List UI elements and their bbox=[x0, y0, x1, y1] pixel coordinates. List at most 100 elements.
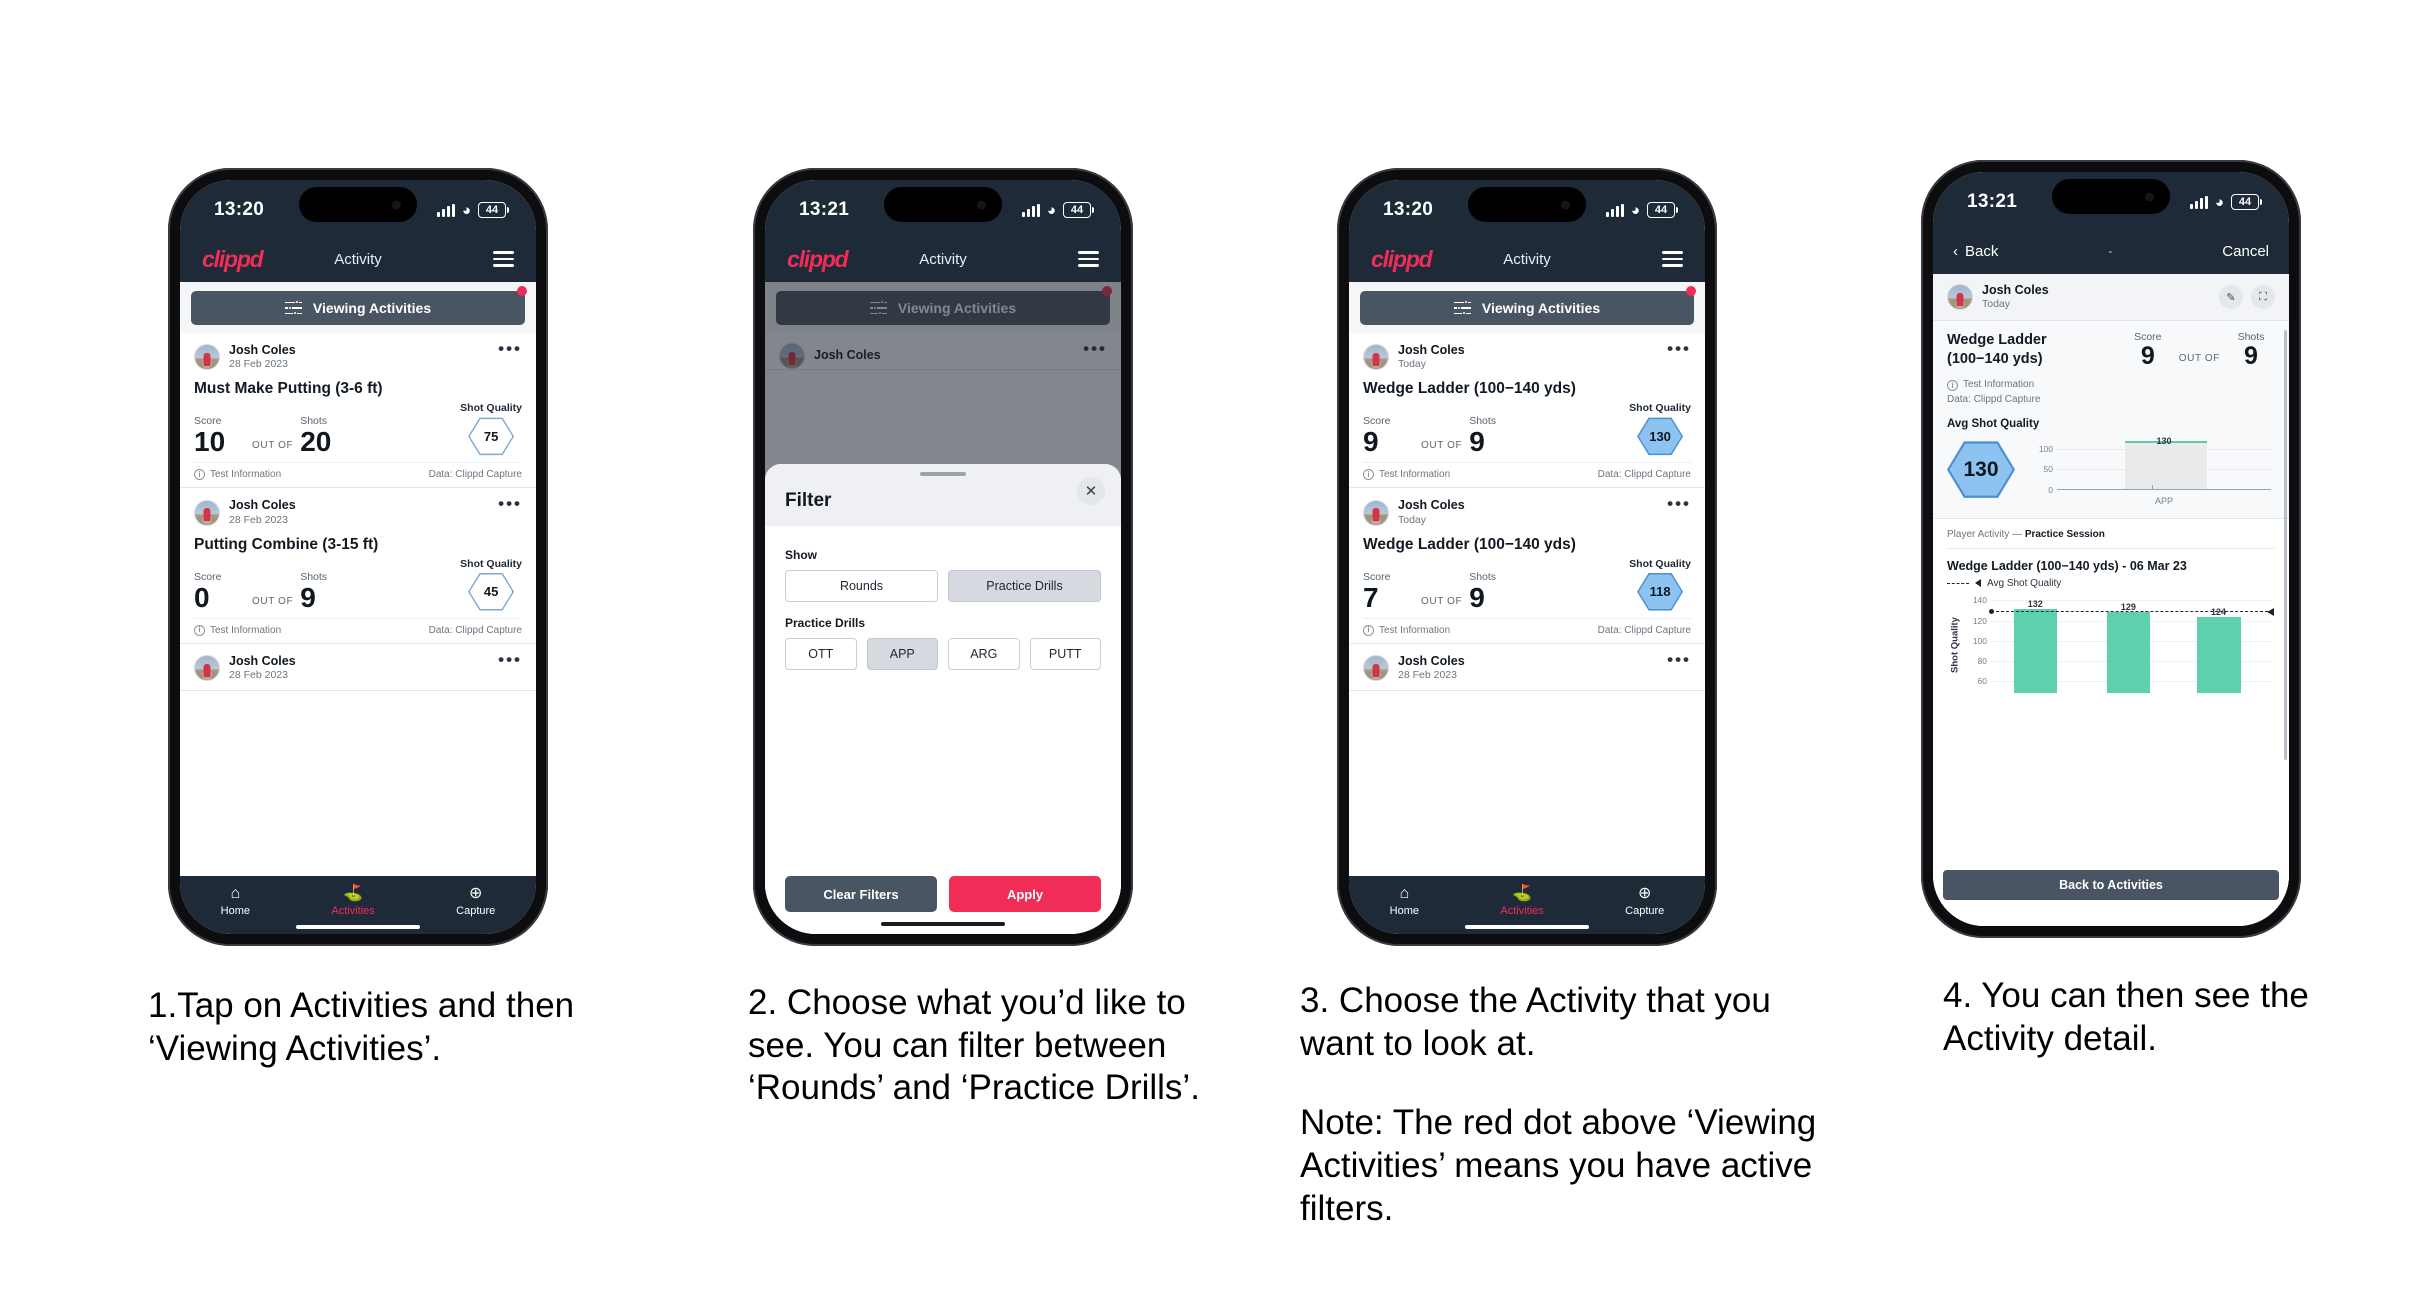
user-name: Josh Coles bbox=[1398, 498, 1465, 513]
clippd-logo[interactable]: clippd bbox=[787, 246, 849, 273]
activity-card[interactable]: ••• Josh Coles Today Wedge Ladder (100−1… bbox=[1349, 488, 1705, 644]
caption-step-1-text: 1.Tap on Activities and then ‘Viewing Ac… bbox=[148, 986, 575, 1068]
phone-4-activity-detail: 13:21 ◕ 44 ‹ Back - Cancel Josh Coles To… bbox=[1921, 160, 2301, 938]
tab-capture[interactable]: ⊕ Capture bbox=[1625, 885, 1664, 917]
wifi-icon: ◕ bbox=[461, 201, 471, 219]
activity-date: Today bbox=[1398, 358, 1427, 371]
activity-card[interactable]: ••• Josh Coles Today Wedge Ladder (100−1… bbox=[1349, 333, 1705, 489]
card-more-icon[interactable]: ••• bbox=[1667, 495, 1691, 512]
mini-chart-xtick bbox=[2152, 484, 2153, 490]
status-bar: 13:21 ◕ 44 bbox=[765, 180, 1121, 236]
apply-button[interactable]: Apply bbox=[949, 876, 1101, 912]
hamburger-menu-icon[interactable] bbox=[1662, 251, 1683, 267]
practice-drills-group-label: Practice Drills bbox=[785, 616, 866, 630]
status-time: 13:21 bbox=[1967, 191, 2018, 212]
info-icon: i bbox=[1947, 380, 1958, 392]
sheet-drag-handle[interactable] bbox=[920, 472, 966, 476]
tab-activities[interactable]: ⛳ Activities bbox=[331, 884, 375, 917]
show-option-practice-drills[interactable]: Practice Drills bbox=[948, 570, 1101, 602]
tab-activities[interactable]: ⛳ Activities bbox=[1500, 885, 1543, 917]
mini-chart-value-label: 130 bbox=[2156, 435, 2172, 446]
breadcrumb-current: Practice Session bbox=[2024, 528, 2105, 540]
activity-card[interactable]: ••• Josh Coles 28 Feb 2023 Putting Combi… bbox=[180, 488, 536, 644]
plus-circle-icon: ⊕ bbox=[469, 884, 483, 902]
chevron-left-icon: ‹ bbox=[1953, 242, 1958, 260]
caption-step-4: 4. You can then see the Activity detail. bbox=[1943, 975, 2313, 1060]
scrollbar[interactable] bbox=[2284, 330, 2287, 760]
test-information[interactable]: i Test Information bbox=[1363, 469, 1450, 481]
back-button[interactable]: ‹ Back bbox=[1953, 243, 1998, 260]
card-user-row: Josh Coles 28 Feb 2023 bbox=[1363, 654, 1691, 682]
drill-option-arg[interactable]: ARG bbox=[948, 638, 1020, 670]
activity-card-partial[interactable]: ••• Josh Coles 28 Feb 2023 bbox=[180, 643, 536, 692]
ytick-80: 80 bbox=[1977, 655, 1987, 666]
avatar bbox=[1363, 344, 1389, 371]
card-more-icon[interactable]: ••• bbox=[498, 495, 522, 512]
card-more-icon[interactable]: ••• bbox=[1667, 340, 1691, 357]
filter-bar-wrap: Viewing Activities bbox=[1349, 282, 1705, 333]
phone-2-screen: 13:21 ◕ 44 clippd Activity Viewing Activ… bbox=[765, 180, 1121, 934]
pencil-edit-icon[interactable]: ✎ bbox=[2219, 285, 2243, 310]
clippd-logo[interactable]: clippd bbox=[202, 246, 264, 273]
breadcrumb-prefix: Player Activity — bbox=[1947, 528, 2025, 540]
caption-step-3-note: Note: The red dot above ‘Viewing Activit… bbox=[1300, 1103, 1817, 1228]
viewing-activities-label: Viewing Activities bbox=[1481, 300, 1601, 316]
card-more-icon[interactable]: ••• bbox=[1667, 651, 1691, 668]
back-to-activities-button[interactable]: Back to Activities bbox=[1943, 870, 2279, 900]
shots-value: 9 bbox=[2244, 342, 2258, 371]
card-more-icon[interactable]: ••• bbox=[498, 651, 522, 668]
screen-body: Josh Coles Today ✎ ⛶ Wedge Ladder (100−1… bbox=[1933, 274, 2289, 926]
activity-card[interactable]: ••• Josh Coles 28 Feb 2023 Must Make Put… bbox=[180, 333, 536, 489]
cancel-button[interactable]: Cancel bbox=[2222, 243, 2269, 260]
test-information[interactable]: i Test Information bbox=[1947, 378, 2034, 393]
test-information[interactable]: i Test Information bbox=[1363, 624, 1450, 636]
close-x-icon[interactable]: ✕ bbox=[1077, 477, 1105, 505]
shots-block: Shots 9 bbox=[1469, 415, 1527, 456]
page-title: Activity bbox=[334, 250, 382, 268]
drill-option-app[interactable]: APP bbox=[866, 638, 938, 670]
status-indicators: ◕ 44 bbox=[2189, 194, 2262, 210]
tab-home[interactable]: ⌂ Home bbox=[1389, 885, 1420, 917]
show-option-rounds[interactable]: Rounds bbox=[785, 570, 938, 602]
shot-quality-hex-badge: 45 bbox=[468, 572, 515, 612]
sliders-filter-icon bbox=[284, 300, 302, 316]
viewing-activities-button[interactable]: Viewing Activities bbox=[191, 291, 525, 325]
tab-activities-label: Activities bbox=[331, 904, 375, 917]
chart-plot: 132 129 124 bbox=[1989, 597, 2274, 693]
hamburger-menu-icon[interactable] bbox=[493, 251, 514, 267]
phone-4-screen: 13:21 ◕ 44 ‹ Back - Cancel Josh Coles To… bbox=[1933, 172, 2289, 926]
sheet-header: ✕ Filter bbox=[765, 464, 1121, 526]
viewing-activities-button[interactable]: Viewing Activities bbox=[1360, 291, 1694, 325]
app-header: clippd Activity bbox=[1349, 236, 1705, 282]
fullscreen-expand-icon[interactable]: ⛶ bbox=[2251, 285, 2275, 310]
screen-body: Viewing Activities ••• Josh Coles 28 Feb… bbox=[180, 282, 536, 876]
card-more-icon[interactable]: ••• bbox=[498, 340, 522, 357]
activity-title: Wedge Ladder (100−140 yds) bbox=[1363, 535, 1576, 553]
test-information[interactable]: i Test Information bbox=[194, 469, 281, 481]
score-value: 10 bbox=[194, 426, 226, 458]
hamburger-menu-icon[interactable] bbox=[1078, 251, 1099, 267]
info-icon: i bbox=[194, 469, 205, 481]
shots-value: 9 bbox=[300, 581, 316, 613]
activity-card-partial[interactable]: ••• Josh Coles 28 Feb 2023 bbox=[1349, 643, 1705, 692]
out-of-label: OUT OF bbox=[252, 440, 294, 452]
golf-flag-icon: ⛳ bbox=[343, 884, 364, 902]
arrow-marker-icon bbox=[1975, 579, 1981, 588]
activity-date: 28 Feb 2023 bbox=[229, 513, 288, 526]
signal-bars-icon bbox=[1605, 203, 1624, 217]
status-time: 13:20 bbox=[214, 199, 265, 220]
clear-filters-button[interactable]: Clear Filters bbox=[785, 876, 937, 912]
tab-capture[interactable]: ⊕ Capture bbox=[456, 884, 495, 917]
tab-home[interactable]: ⌂ Home bbox=[221, 885, 250, 917]
tab-home-label: Home bbox=[1389, 904, 1420, 917]
battery-indicator: 44 bbox=[1063, 202, 1094, 218]
drill-option-putt[interactable]: PUTT bbox=[1029, 638, 1101, 670]
show-options-row: Rounds Practice Drills bbox=[785, 570, 1101, 602]
clippd-logo[interactable]: clippd bbox=[1371, 246, 1433, 273]
card-footer: i Test Information Data: Clippd Capture bbox=[1363, 462, 1691, 487]
drill-option-ott[interactable]: OTT bbox=[785, 638, 857, 670]
data-source-label: Data: Clippd Capture bbox=[428, 469, 522, 481]
test-information[interactable]: i Test Information bbox=[194, 624, 281, 636]
page-title: Activity bbox=[1503, 250, 1551, 268]
shots-label: Shots bbox=[300, 570, 328, 583]
